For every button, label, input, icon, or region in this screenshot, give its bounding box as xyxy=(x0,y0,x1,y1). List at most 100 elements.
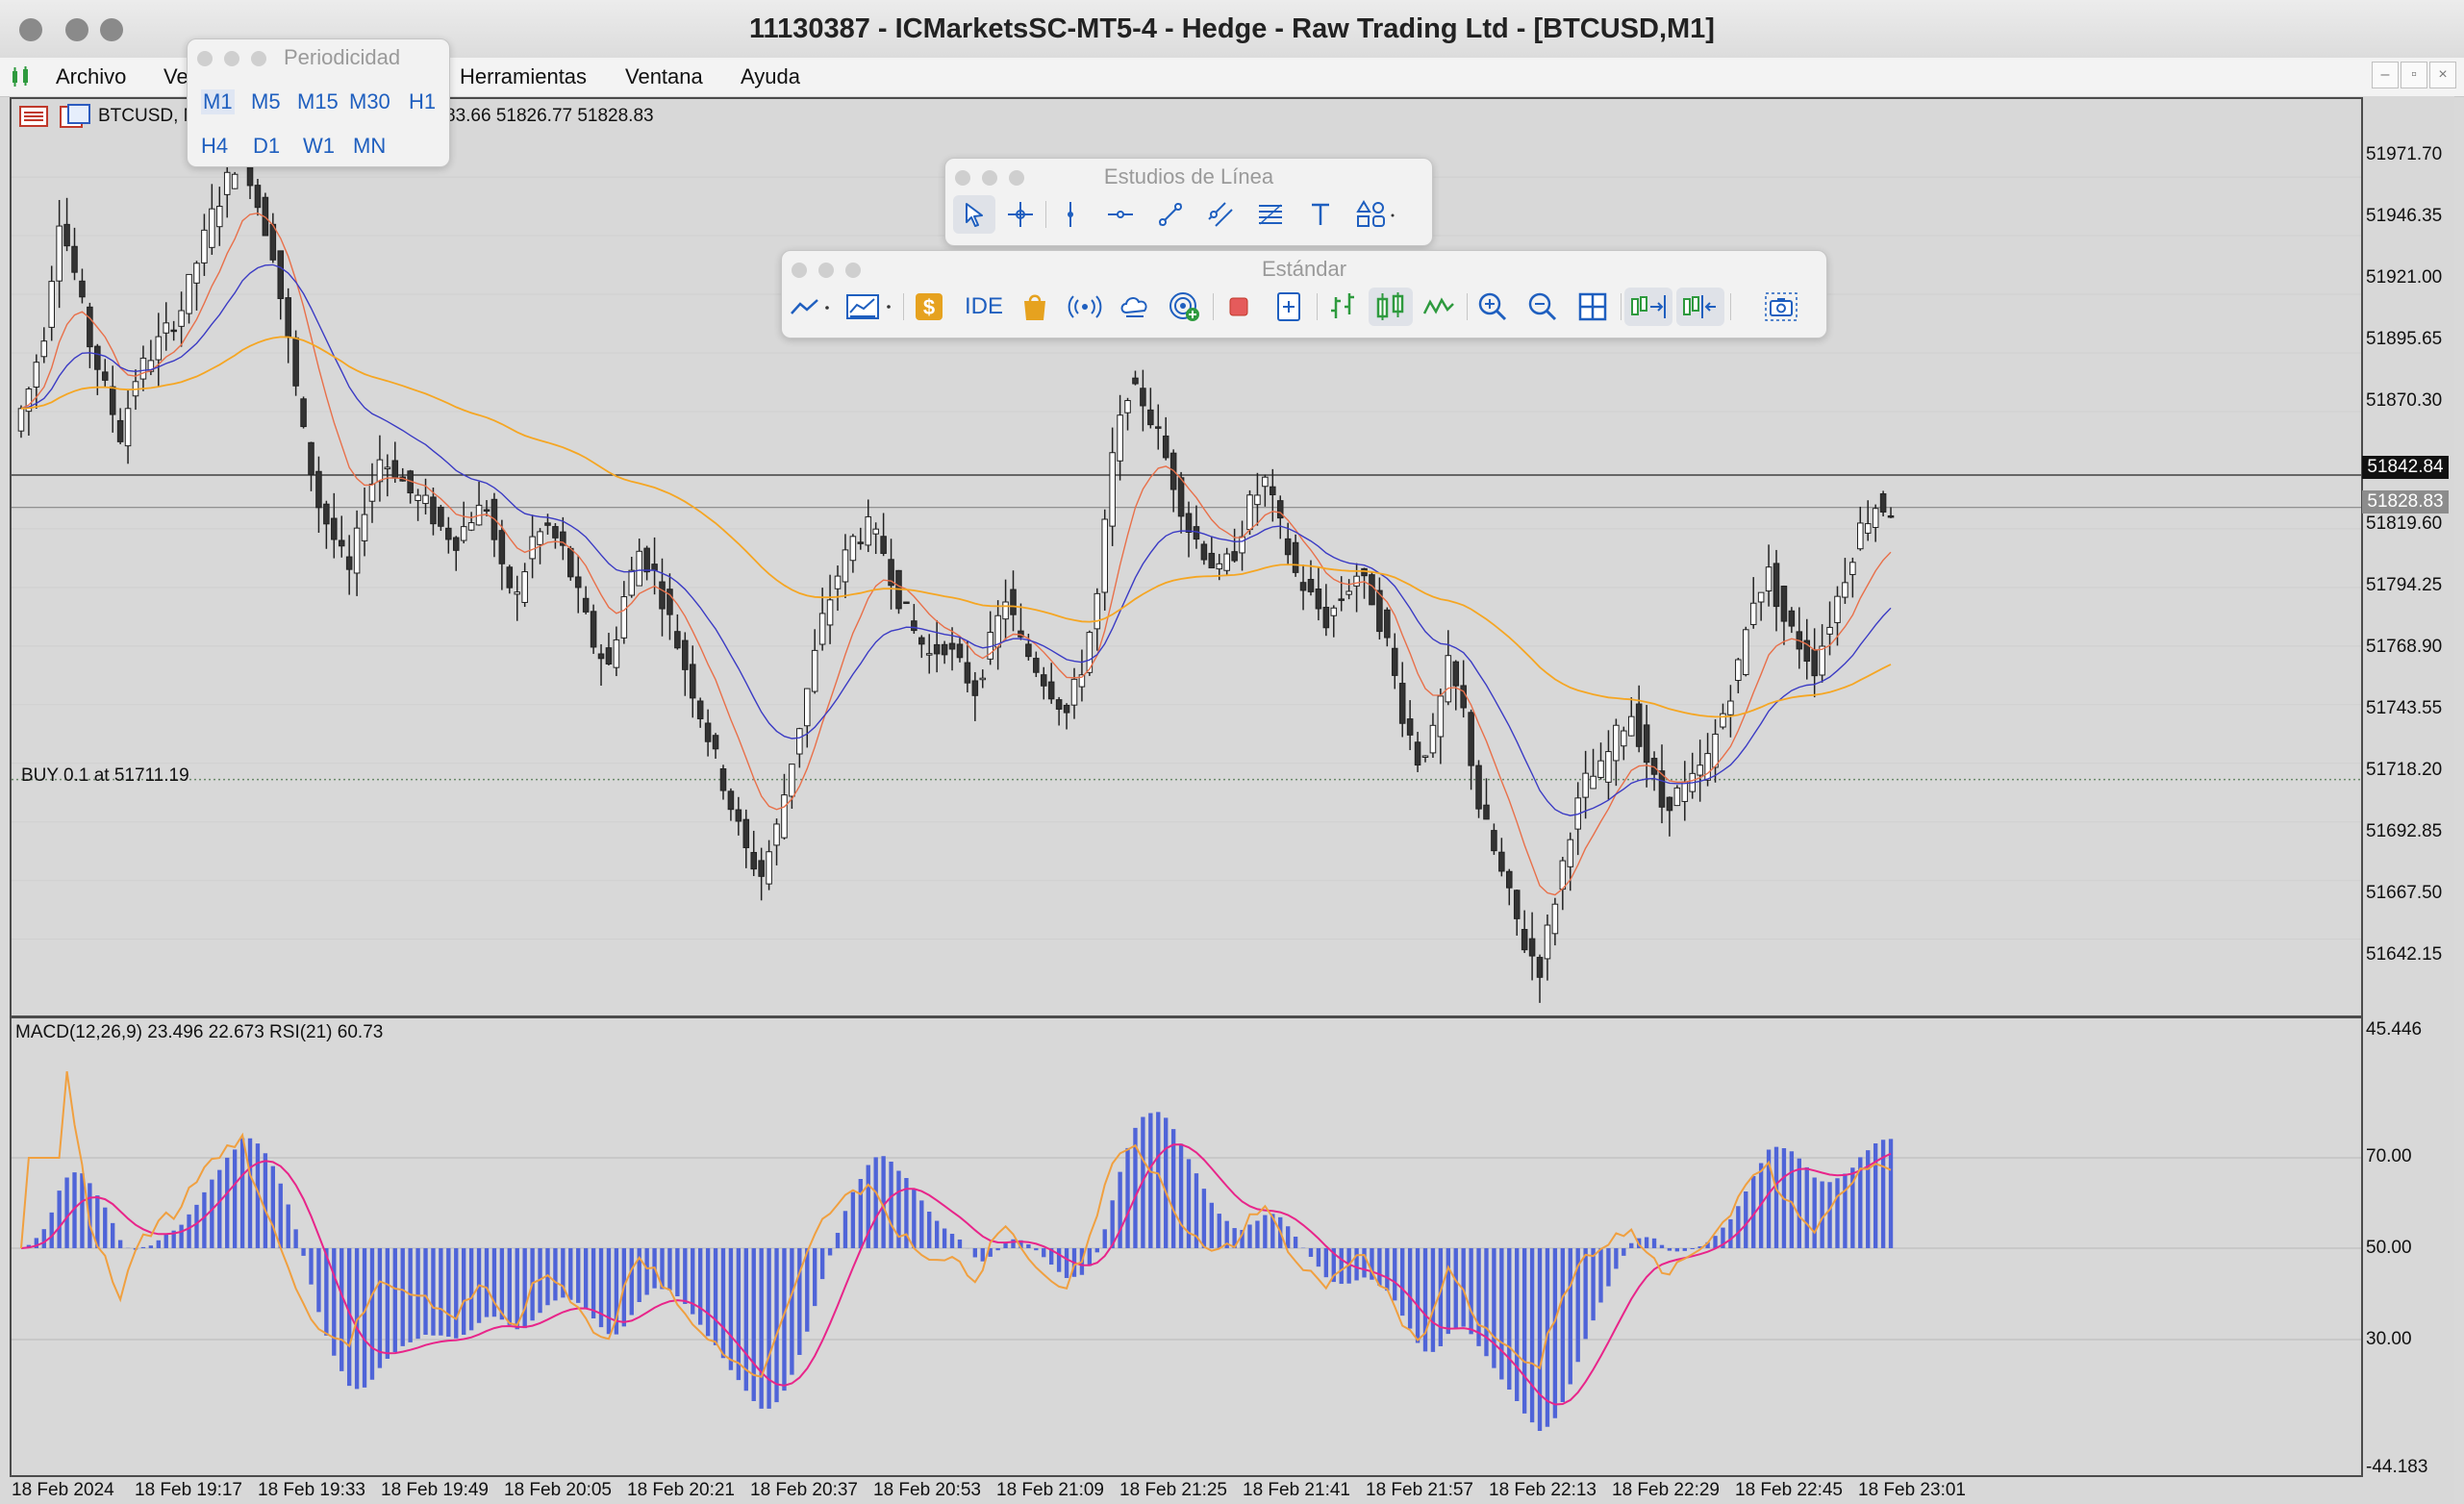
period-h4-button[interactable]: H4 xyxy=(201,134,228,159)
time-tick: 18 Feb 22:13 xyxy=(1489,1480,1597,1500)
zoom-in-icon[interactable] xyxy=(1471,288,1515,326)
bear-candle xyxy=(94,345,101,370)
bear-candle xyxy=(758,860,765,877)
cursor-icon[interactable] xyxy=(953,195,995,234)
bull-candle xyxy=(1627,715,1635,737)
price-tick: 51921.00 xyxy=(2366,267,2443,288)
ide-button[interactable]: IDE xyxy=(959,288,1009,326)
period-m5-button[interactable]: M5 xyxy=(251,89,281,114)
bear-candle xyxy=(1398,683,1406,724)
period-m1-button[interactable]: M1 xyxy=(201,89,235,114)
bull-candle xyxy=(1002,601,1009,620)
period-m15-button[interactable]: M15 xyxy=(297,89,339,114)
trendline-icon[interactable] xyxy=(1149,195,1192,234)
period-w1-button[interactable]: W1 xyxy=(303,134,335,159)
bull-candle xyxy=(796,728,803,755)
bear-candle xyxy=(101,371,109,381)
bull-candle xyxy=(40,340,48,358)
panel-zoom-dot[interactable] xyxy=(251,51,266,66)
horizontal-line-icon[interactable] xyxy=(1099,195,1142,234)
bull-candle xyxy=(620,596,628,639)
bull-candle xyxy=(1559,860,1567,890)
bear-candle xyxy=(704,722,712,742)
bear-candle xyxy=(315,470,322,509)
line-chart-icon[interactable] xyxy=(1417,288,1461,326)
bear-candle xyxy=(1200,543,1208,561)
bear-candle xyxy=(1284,538,1292,556)
tile-windows-icon[interactable] xyxy=(1571,288,1615,326)
bull-candle xyxy=(773,823,780,846)
time-tick: 18 Feb 19:17 xyxy=(135,1480,242,1500)
candle-chart-icon[interactable] xyxy=(1369,288,1413,326)
bear-candle xyxy=(1788,610,1796,627)
bear-candle xyxy=(1475,765,1482,810)
indicator-label: MACD(12,26,9) 23.496 22.673 RSI(21) 60.7… xyxy=(15,1022,384,1042)
bar-chart-icon[interactable] xyxy=(1320,288,1365,326)
buy-line-label: BUY 0.1 at 51711.19 xyxy=(21,765,189,786)
line-studies-toolbar: Estudios de Línea xyxy=(944,158,1433,246)
market-bag-icon[interactable] xyxy=(1013,288,1057,326)
bull-candle xyxy=(1727,700,1734,715)
period-d1-button[interactable]: D1 xyxy=(253,134,280,159)
text-icon[interactable] xyxy=(1299,195,1342,234)
autoscroll-icon[interactable] xyxy=(1624,288,1672,326)
bear-candle xyxy=(1338,598,1345,601)
bull-candle xyxy=(529,536,536,560)
bear-candle xyxy=(857,541,865,544)
bear-candle xyxy=(696,700,704,719)
bear-candle xyxy=(742,818,750,849)
crosshair-icon[interactable] xyxy=(999,195,1042,234)
bull-candle xyxy=(1590,775,1597,790)
time-tick: 18 Feb 19:49 xyxy=(381,1480,489,1500)
bull-candle xyxy=(1757,591,1765,603)
fibonacci-icon[interactable] xyxy=(1249,195,1292,234)
period-m30-button[interactable]: M30 xyxy=(349,89,390,114)
bear-candle xyxy=(918,637,925,645)
bull-candle xyxy=(1842,582,1848,598)
shapes-icon[interactable] xyxy=(1349,195,1403,234)
bull-candle xyxy=(1353,575,1360,587)
bear-candle xyxy=(948,642,956,650)
price-tick: 51946.35 xyxy=(2366,206,2443,226)
signals-icon[interactable] xyxy=(1063,288,1107,326)
bear-candle xyxy=(1468,712,1474,766)
slow-ma-line xyxy=(20,336,1892,718)
bear-candle xyxy=(880,536,887,554)
period-h1-button[interactable]: H1 xyxy=(409,89,436,114)
chart-type-icon[interactable] xyxy=(786,288,838,326)
bear-candle xyxy=(567,547,574,578)
rsi-line xyxy=(20,1070,1892,1378)
chart-props-icon[interactable] xyxy=(60,104,90,129)
bear-candle xyxy=(1406,718,1414,736)
chart-shift-icon[interactable] xyxy=(1676,288,1724,326)
bear-candle xyxy=(1315,589,1322,610)
bear-candle xyxy=(712,735,719,750)
zoom-out-icon[interactable] xyxy=(1521,288,1565,326)
bull-candle xyxy=(178,310,185,327)
time-axis-separator xyxy=(10,1475,2362,1477)
screenshot-icon[interactable] xyxy=(1759,288,1803,326)
bull-candle xyxy=(1124,400,1131,414)
bear-candle xyxy=(483,509,490,513)
osc-tick: -44.183 xyxy=(2366,1457,2428,1477)
time-tick: 18 Feb 20:05 xyxy=(504,1480,612,1500)
bull-candle xyxy=(613,639,620,668)
bull-candle xyxy=(186,273,192,314)
vertical-line-icon[interactable] xyxy=(1049,195,1092,234)
vps-cloud-icon[interactable] xyxy=(1113,288,1157,326)
toolbar-separator xyxy=(1467,293,1468,320)
period-mn-button[interactable]: MN xyxy=(353,134,386,159)
panel-minimize-dot[interactable] xyxy=(224,51,239,66)
dollar-icon[interactable]: $ xyxy=(907,288,951,326)
bear-candle xyxy=(79,280,86,298)
new-order-icon[interactable] xyxy=(1267,288,1311,326)
radar-icon[interactable] xyxy=(1163,288,1207,326)
bear-candle xyxy=(331,517,338,540)
indicators-icon[interactable] xyxy=(842,288,899,326)
channel-icon[interactable] xyxy=(1199,195,1242,234)
symbol-list-icon[interactable] xyxy=(19,106,48,127)
bear-candle xyxy=(1414,741,1421,766)
bull-candle xyxy=(1720,713,1726,728)
stop-icon[interactable] xyxy=(1217,288,1261,326)
panel-close-dot[interactable] xyxy=(197,51,213,66)
